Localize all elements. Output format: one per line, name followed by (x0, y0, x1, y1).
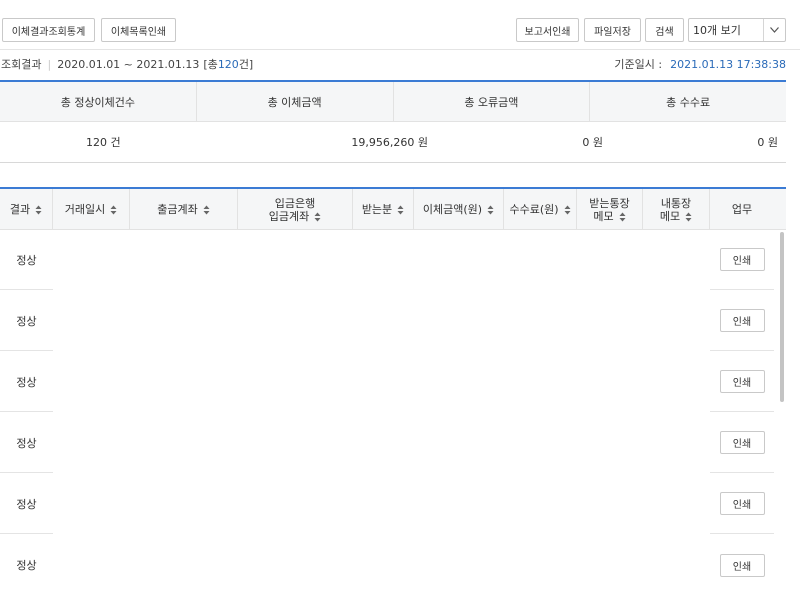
col-amount[interactable]: 이체금액(원) (414, 189, 504, 230)
sort-icon[interactable] (619, 212, 626, 222)
row-action-cell: 인쇄 (710, 352, 774, 412)
col-result[interactable]: 결과 (0, 189, 53, 230)
table-row: 정상 인쇄 (0, 291, 776, 352)
sort-icon[interactable] (35, 205, 42, 215)
row-action-cell: 인쇄 (710, 413, 774, 473)
page-size-value: 10개 보기 (693, 24, 741, 37)
base-datetime: 2021.01.13 17:38:38 (670, 57, 786, 71)
summary-header-count: 총 정상이체건수 (0, 82, 197, 121)
list-header: 결과 거래일시 출금계좌 입금은행 입금계좌 받는분 이체금액(원) 수수료(원… (0, 187, 786, 230)
scrollbar-thumb[interactable] (780, 232, 784, 402)
report-print-button[interactable]: 보고서인쇄 (516, 18, 579, 42)
row-result: 정상 (0, 230, 53, 290)
row-result: 정상 (16, 559, 37, 572)
print-button[interactable]: 인쇄 (719, 431, 765, 454)
print-button[interactable]: 인쇄 (719, 553, 765, 577)
table-row: 정상 인쇄 (0, 535, 776, 593)
table-row: 정상 인쇄 (0, 352, 776, 413)
result-info: 조회결과 | 2020.01.01 ~ 2021.01.13 [총 120 건] (1, 56, 253, 72)
table-row: 정상 인쇄 (0, 413, 776, 474)
col-in-account-label: 입금계좌 (268, 209, 310, 223)
summary-header-amount: 총 이체금액 (197, 82, 394, 121)
col-out-account[interactable]: 출금계좌 (130, 189, 238, 230)
summary-value-amount: 19,956,260 원 (351, 136, 428, 149)
col-my-memo[interactable]: 내통장 메모 (643, 189, 710, 230)
col-recv-memo[interactable]: 받는통장 메모 (577, 189, 643, 230)
total-count: 120 (217, 57, 239, 71)
col-result-label: 결과 (9, 203, 31, 216)
row-action-cell: 인쇄 (710, 291, 774, 351)
col-fee[interactable]: 수수료(원) (504, 189, 577, 230)
col-receiver-label: 받는분 (361, 203, 393, 216)
list-scrollbar[interactable] (779, 230, 785, 593)
row-result: 정상 (0, 413, 53, 473)
sort-icon[interactable] (685, 212, 692, 222)
sort-icon[interactable] (487, 205, 494, 215)
summary-table: 총 정상이체건수 총 이체금액 총 오류금액 총 수수료 120 건 19,95… (0, 80, 786, 163)
col-task: 업무 (710, 189, 774, 230)
col-date[interactable]: 거래일시 (53, 189, 130, 230)
row-result: 정상 (0, 474, 53, 534)
row-action-cell: 인쇄 (710, 474, 774, 534)
summary-value-error: 0 원 (582, 136, 603, 149)
summary-header-fee: 총 수수료 (666, 95, 711, 109)
result-label: 조회결과 (1, 58, 42, 71)
total-suffix: 건] (238, 58, 254, 71)
print-button[interactable]: 인쇄 (719, 370, 765, 393)
print-button[interactable]: 인쇄 (719, 248, 765, 271)
print-button[interactable]: 인쇄 (719, 309, 765, 332)
row-action-cell: 인쇄 (710, 230, 774, 290)
chevron-down-icon[interactable] (763, 19, 785, 41)
summary-header-error: 총 오류금액 (394, 82, 591, 121)
total-prefix: [총 (203, 58, 218, 71)
col-in-bank-label: 입금은행 (274, 196, 316, 210)
summary-header: 총 정상이체건수 총 이체금액 총 오류금액 총 수수료 (0, 80, 786, 122)
base-datetime-info: 기준일시 : 2021.01.13 17:38:38 (614, 56, 786, 72)
table-row: 정상 인쇄 (0, 474, 776, 535)
col-recv-memo-label-2: 메모 (593, 209, 614, 223)
print-button[interactable]: 인쇄 (719, 492, 765, 515)
toolbar-divider (0, 49, 800, 50)
sort-icon[interactable] (110, 205, 117, 215)
date-range: 2020.01.01 ~ 2021.01.13 (57, 57, 200, 71)
transfer-stats-button[interactable]: 이체결과조회통계 (2, 18, 95, 42)
sort-icon[interactable] (564, 205, 571, 215)
row-result: 정상 (0, 352, 53, 412)
sort-icon[interactable] (314, 212, 321, 222)
col-amount-label: 이체금액(원) (422, 203, 483, 216)
file-save-button[interactable]: 파일저장 (584, 18, 641, 42)
search-button[interactable]: 검색 (645, 18, 684, 42)
summary-values: 120 건 19,956,260 원 0 원 0 원 (0, 122, 786, 163)
col-task-label: 업무 (731, 203, 753, 216)
col-date-label: 거래일시 (64, 203, 106, 216)
list-print-button[interactable]: 이체목록인쇄 (101, 18, 176, 42)
col-my-memo-label-1: 내통장 (660, 196, 692, 210)
col-out-account-label: 출금계좌 (157, 203, 198, 216)
col-in-bank-account[interactable]: 입금은행 입금계좌 (238, 189, 353, 230)
sort-icon[interactable] (397, 205, 404, 215)
col-recv-memo-label-1: 받는통장 (589, 196, 630, 210)
summary-value-fee: 0 원 (757, 136, 778, 149)
table-row: 정상 인쇄 (0, 230, 776, 291)
col-receiver[interactable]: 받는분 (353, 189, 414, 230)
sort-icon[interactable] (203, 205, 210, 215)
base-label: 기준일시 : (614, 58, 663, 71)
col-my-memo-label-2: 메모 (659, 209, 681, 223)
info-separator: | (47, 57, 52, 71)
page-size-select[interactable]: 10개 보기 (688, 18, 786, 42)
row-action-cell: 인쇄 (710, 535, 774, 593)
summary-value-count: 120 건 (86, 136, 121, 149)
row-result: 정상 (0, 291, 53, 351)
col-fee-label: 수수료(원) (509, 203, 559, 216)
